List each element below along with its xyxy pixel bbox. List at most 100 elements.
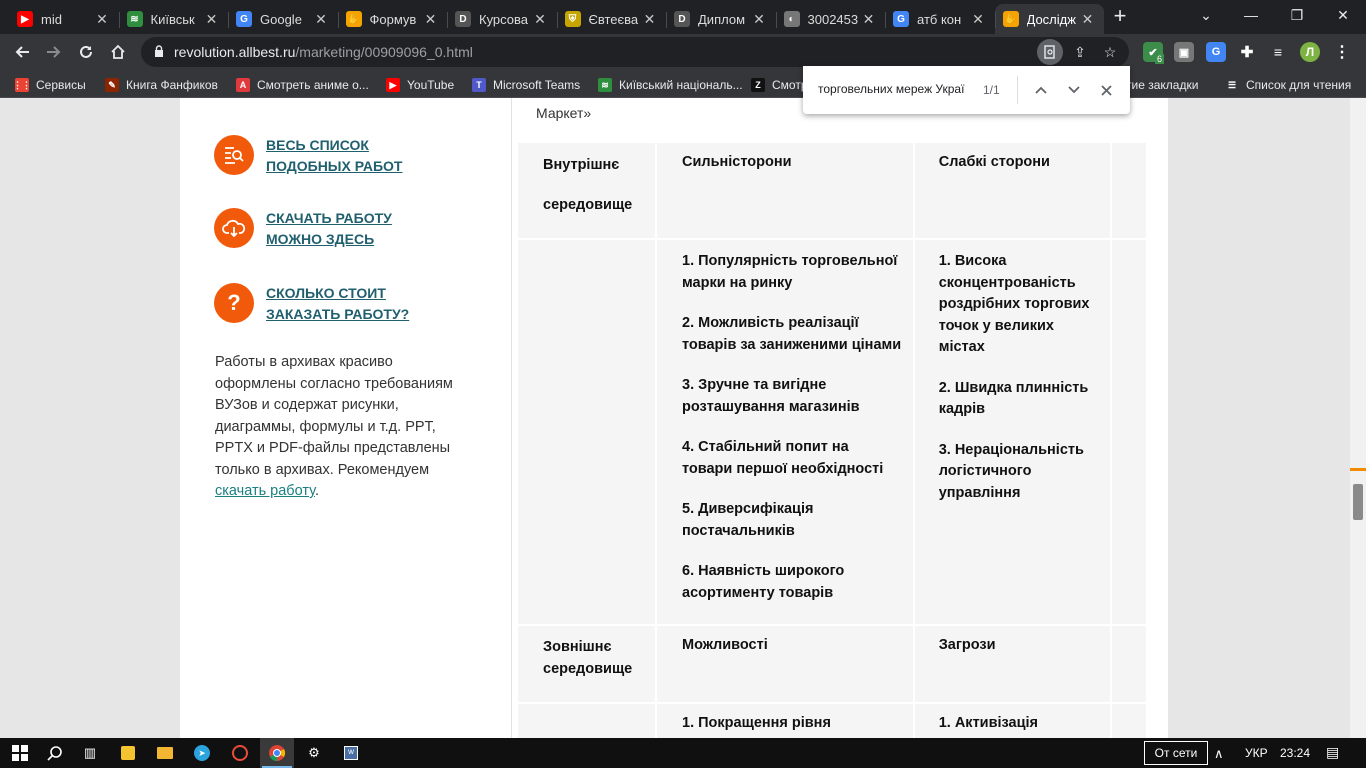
empty-cell <box>518 240 657 626</box>
back-icon[interactable] <box>8 38 36 66</box>
browser-tab[interactable]: D Диплом ✕ <box>666 4 775 34</box>
find-input[interactable] <box>818 82 968 96</box>
find-in-page-icon[interactable] <box>1037 39 1063 65</box>
windows-taskbar: ▥ ➤ ⚙ w От сети ∧ УКР 23:24 ▤ <box>0 738 1366 768</box>
notepad-app-icon[interactable]: w <box>339 742 363 764</box>
bookmark-item[interactable]: ⋮⋮ Сервисы <box>13 76 86 94</box>
share-icon[interactable]: ⇪ <box>1069 41 1091 63</box>
find-next-icon[interactable] <box>1064 80 1084 100</box>
browser-tab[interactable]: ✋ Формув ✕ <box>337 4 447 34</box>
clock[interactable]: 23:24 <box>1280 746 1310 760</box>
tray-expand-icon[interactable]: ∧ <box>1214 746 1224 762</box>
list-item: 4. Стабільний попит на товари першої нео… <box>682 439 884 477</box>
bookmark-item[interactable]: ▶ YouTube <box>386 76 454 94</box>
home-icon[interactable] <box>104 38 132 66</box>
browser-toolbar: revolution.allbest.ru/marketing/00909096… <box>0 34 1366 70</box>
browser-tab[interactable]: G Google ✕ <box>228 4 337 34</box>
tab-favicon-icon: G <box>893 11 909 27</box>
menu-kebab-icon[interactable]: ⋮ <box>1332 42 1352 62</box>
list-item: 2. Можливість реалізації товарів за зани… <box>682 315 902 353</box>
browser-tab[interactable]: D Курсова ✕ <box>447 4 556 34</box>
bookmark-item[interactable]: A Смотреть аниме о... <box>236 76 369 94</box>
archive-info-text: Работы в архивах красиво оформлены согла… <box>215 354 453 499</box>
tab-favicon-icon: ◐ <box>783 11 800 27</box>
tab-close-icon[interactable]: ✕ <box>970 11 986 28</box>
extensions-icon[interactable]: ✚ <box>1237 42 1257 62</box>
media-control-icon[interactable]: ≡ <box>1268 42 1288 62</box>
tab-close-icon[interactable]: ✕ <box>313 11 329 28</box>
bookmark-star-icon[interactable]: ☆ <box>1099 41 1121 63</box>
page-scrollbar[interactable] <box>1350 98 1366 738</box>
scrollbar-thumb[interactable] <box>1353 484 1363 520</box>
find-previous-icon[interactable] <box>1031 80 1051 100</box>
bookmark-item[interactable]: ✎ Книга Фанфиков <box>105 76 218 94</box>
download-work-inline-link[interactable]: скачать работу <box>215 483 315 499</box>
bookmark-item[interactable]: ☰ Список для чтения <box>1225 76 1351 94</box>
new-tab-button[interactable]: + <box>1108 5 1132 29</box>
bookmark-item[interactable]: ≋ Київський національ... <box>598 76 743 94</box>
bookmark-item[interactable]: T Microsoft Teams <box>472 76 580 94</box>
file-explorer-icon[interactable] <box>153 742 177 764</box>
order-price-link[interactable]: ? СКОЛЬКО СТОИТ ЗАКАЗАТЬ РАБОТУ? <box>214 283 474 325</box>
bookmark-label: Книга Фанфиков <box>126 78 218 92</box>
close-window-button[interactable]: ✕ <box>1320 0 1366 30</box>
tab-title: Київськ <box>150 11 195 27</box>
tab-favicon-icon: ≋ <box>126 11 143 27</box>
tab-close-icon[interactable]: ✕ <box>423 11 439 28</box>
tab-close-icon[interactable]: ✕ <box>642 11 658 28</box>
bookmark-label: Список для чтения <box>1246 78 1352 92</box>
url-text[interactable]: revolution.allbest.ru/marketing/00909096… <box>174 44 473 60</box>
tab-favicon-icon: ▶ <box>17 11 33 27</box>
tab-close-icon[interactable]: ✕ <box>204 11 220 28</box>
windows-start-icon[interactable] <box>8 742 32 764</box>
browser-tab[interactable]: ▶ mid ✕ <box>9 4 118 34</box>
browser-tab[interactable]: ⛨ Євтеєва ✕ <box>556 4 666 34</box>
browser-tab[interactable]: Gатб кон ✕ <box>885 4 994 34</box>
task-view-icon[interactable]: ▥ <box>78 742 102 764</box>
bookmark-favicon-icon: ☰ <box>1225 78 1239 92</box>
notifications-icon[interactable]: ▤ <box>1326 744 1339 761</box>
tab-close-icon[interactable]: ✕ <box>751 11 767 28</box>
bookmark-item[interactable]: утие закладки <box>1120 76 1198 94</box>
list-item: 5. Диверсифікація постачальників <box>682 501 814 539</box>
profile-avatar[interactable]: Л <box>1300 42 1320 62</box>
list-item: 1. Популярність торговельної марки на ри… <box>682 253 898 291</box>
minimize-button[interactable]: — <box>1228 0 1274 30</box>
store-app-icon[interactable] <box>116 742 140 764</box>
tab-close-icon[interactable]: ✕ <box>1080 11 1096 28</box>
find-match-count: 1/1 <box>983 83 1000 97</box>
bookmark-favicon-icon: T <box>472 78 486 92</box>
chrome-icon[interactable] <box>265 742 289 764</box>
tab-search-chevron-icon[interactable]: ⌄ <box>1183 0 1229 30</box>
browser-tab[interactable]: ✋ Дослідж ✕ <box>994 4 1104 34</box>
lock-icon[interactable] <box>154 45 164 57</box>
network-status[interactable]: От сети <box>1144 741 1208 765</box>
puzzle-extension-icon[interactable]: ▣ <box>1174 42 1194 62</box>
browser-tab[interactable]: ◐ 3002453 ✕ <box>775 4 885 34</box>
tab-favicon-icon: ✋ <box>1002 11 1019 27</box>
bookmark-item[interactable]: Z Смотр <box>751 76 808 94</box>
reload-icon[interactable] <box>72 38 100 66</box>
forward-icon[interactable] <box>40 38 68 66</box>
search-icon[interactable] <box>43 742 67 764</box>
bookmark-favicon-icon: A <box>236 78 250 92</box>
tab-close-icon[interactable]: ✕ <box>532 11 548 28</box>
opportunities-cell: 1. Покращення рівня <box>657 704 915 738</box>
download-work-link[interactable]: СКАЧАТЬ РАБОТУ МОЖНО ЗДЕСЬ <box>214 208 474 250</box>
table-spacer-cell <box>1111 626 1148 704</box>
similar-works-link[interactable]: ВЕСЬ СПИСОК ПОДОБНЫХ РАБОТ <box>214 135 474 177</box>
find-close-icon[interactable] <box>1096 80 1116 100</box>
translate-extension-icon[interactable]: G <box>1206 42 1226 62</box>
language-indicator[interactable]: УКР <box>1245 746 1268 760</box>
bookmark-label: Сервисы <box>36 78 86 92</box>
telegram-icon[interactable]: ➤ <box>190 742 214 764</box>
tab-close-icon[interactable]: ✕ <box>861 11 877 28</box>
internal-environment-label: Внутрішнє середовище <box>518 143 657 240</box>
media-player-icon[interactable] <box>228 742 252 764</box>
settings-gear-icon[interactable]: ⚙ <box>302 742 326 764</box>
weaknesses-header: Слабкі сторони <box>914 143 1112 240</box>
restore-button[interactable]: ❐ <box>1274 0 1320 30</box>
browser-tab[interactable]: ≋ Київськ ✕ <box>118 4 228 34</box>
address-bar[interactable]: revolution.allbest.ru/marketing/00909096… <box>141 37 1129 67</box>
tab-close-icon[interactable]: ✕ <box>94 11 110 28</box>
